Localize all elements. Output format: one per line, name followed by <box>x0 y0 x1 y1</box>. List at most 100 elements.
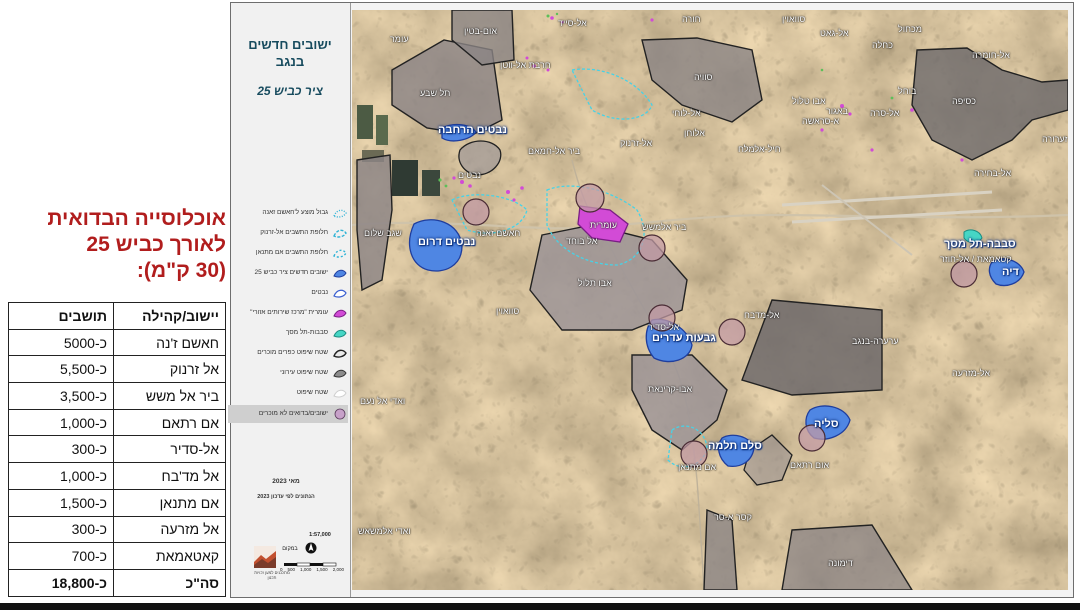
table-row: חאשם ז'נה כ-5000 <box>8 328 226 357</box>
legend-item: שטח שיפוט כפרים מוכרים <box>234 345 348 361</box>
legend-item: שטח שיפוט עירוני <box>234 365 348 381</box>
place-label: נבטים <box>458 170 482 180</box>
population-heading: אוכלוסייה הבדואית לאורך כביש 25 (30 ק"מ)… <box>30 206 226 284</box>
legend-label: נבטים <box>311 289 328 296</box>
cell-community: ביר אל משש <box>113 382 226 410</box>
satellite-map[interactable]: עומר אום-בטין אל-סייד חורה סוואוין אל-גא… <box>352 10 1068 590</box>
bimkom-logo-icon <box>254 546 276 568</box>
place-label: ואדי אל נעם <box>360 396 406 406</box>
place-label: סוויה <box>694 72 713 82</box>
legend-label: גבול מוצע ל'חאשם זאנה <box>262 209 328 216</box>
place-label: כסיפה <box>952 96 976 106</box>
place-label: אל-זרנוק <box>620 138 653 148</box>
place-label: אום-בטין <box>464 26 498 36</box>
legend-label: שטח שיפוט <box>296 389 328 396</box>
table-row: ביר אל משש כ-3,500 <box>8 382 226 410</box>
dashed-boundary-symbol <box>333 229 347 238</box>
legend-item: חלופת התשבים אם מתנאן <box>234 245 348 261</box>
place-label: שגב שלום <box>364 228 402 238</box>
place-label: סוואוין <box>782 14 806 24</box>
new-settlement-label: סבבה-תל מסך <box>944 238 1016 250</box>
legend-item: ישובים חדשים ציר כביש 25 <box>234 265 348 281</box>
legend-item: סבבות-תל מסך <box>234 325 348 341</box>
cell-residents: כ-700 <box>8 542 114 570</box>
place-label: מכחול <box>898 24 922 34</box>
scale-tick: 1,000 <box>300 567 312 572</box>
table-row: קאטאמאת כ-700 <box>8 542 226 570</box>
cell-residents: כ-3,500 <box>8 382 114 410</box>
logo-name: במקום <box>282 546 298 552</box>
legend-item: עומרית "מרכז שירותים אזורי" <box>234 305 348 321</box>
map-title-line-2: בנגב <box>275 54 305 69</box>
nevatim-symbol <box>333 289 347 298</box>
place-label: חאשם זאנה <box>476 228 521 238</box>
total-label: סה"כ <box>113 568 226 597</box>
place-label: אל-גאט <box>820 28 849 38</box>
cell-residents: כ-1,000 <box>8 462 114 490</box>
total-value: כ-18,800 <box>8 568 114 597</box>
cell-community: אם מתנאן <box>113 488 226 517</box>
new-settlement-label: דיה <box>1002 266 1019 278</box>
new-settlement-label: נבטים הרחבה <box>438 124 508 136</box>
place-label: אבו-קרינאת <box>648 384 693 394</box>
place-label: אל-מדבח <box>744 310 780 320</box>
place-label: אל-מזרעה <box>952 368 991 378</box>
jurisdiction-symbol <box>333 389 347 398</box>
new-settlement-label: סליה <box>814 418 839 430</box>
bottom-divider <box>0 603 1080 610</box>
legend-item: נבטים <box>234 285 348 301</box>
place-label: קסר א-סר <box>714 512 752 522</box>
place-label: ערערה-בנגב <box>852 336 899 346</box>
place-label: עומרית <box>590 220 617 230</box>
legend-label: ישובים/בדואים לא מוכרים <box>258 410 328 417</box>
new-settlement-label: סלם תלמה <box>708 440 762 452</box>
place-label: אל-סרה <box>870 108 900 118</box>
place-label: זערורה <box>1042 134 1068 144</box>
place-label: א-סראשה <box>802 116 840 126</box>
cell-residents: כ-5000 <box>8 328 114 357</box>
cell-residents: כ-1,000 <box>8 408 114 437</box>
place-label: באגור <box>826 106 848 116</box>
place-label: ביר אל-חמאם <box>528 146 581 156</box>
cell-community: אל זרנוק <box>113 355 226 384</box>
scale-tick: 2,000 <box>332 567 344 572</box>
place-label: אל בוחד <box>566 236 598 246</box>
teal-area-symbol <box>333 329 347 338</box>
cell-community: אל-סדיר <box>113 435 226 464</box>
place-label: סוואוין <box>496 306 520 316</box>
table-row: אל מד'בח כ-1,000 <box>8 462 226 490</box>
legend-item: ישובים/בדואים לא מוכרים <box>228 405 348 423</box>
table-row: אל זרנוק כ-5,500 <box>8 355 226 384</box>
table-row: אל מזרעה כ-300 <box>8 515 226 544</box>
new-settlement-label: נבטים דרום <box>418 236 476 248</box>
legend-label: שטח שיפוט כפרים מוכרים <box>257 349 328 356</box>
cell-community: אם רתאם <box>113 408 226 437</box>
map-scale: 1:57,000 <box>309 532 331 538</box>
new-settlement-label: גבעות עדרים <box>652 332 716 344</box>
place-label: קטאמאת / אל-חוזר <box>940 254 1012 264</box>
dashed-boundary-symbol <box>333 249 347 258</box>
population-table: יישוב/קהילה תושבים חאשם ז'נה כ-5000 אל זר… <box>8 302 226 597</box>
place-label: אל-לוחי <box>672 108 701 118</box>
legend-label: חלופת התשבים אם מתנאן <box>255 249 328 256</box>
cell-residents: כ-300 <box>8 515 114 544</box>
legend-label: שטח שיפוט עירוני <box>280 369 328 376</box>
cell-community: קאטאמאת <box>113 542 226 570</box>
place-label: אל-חומרה <box>972 50 1010 60</box>
place-label: אבו תלול <box>578 278 612 288</box>
place-label: ואדי אלמשאש <box>358 526 411 536</box>
municipal-area-symbol <box>333 369 347 378</box>
header-community: יישוב/קהילה <box>113 302 226 330</box>
map-subtitle: ציר כביש 25 <box>257 84 323 98</box>
map-title-line-1: ישובים חדשים <box>248 37 332 52</box>
cell-community: אל מזרעה <box>113 515 226 544</box>
cell-residents: כ-1,500 <box>8 488 114 517</box>
place-label: תל שבע <box>420 88 451 98</box>
legend-label: ישובים חדשים ציר כביש 25 <box>254 269 328 276</box>
table-row: אל-סדיר כ-300 <box>8 435 226 464</box>
cell-residents: כ-300 <box>8 435 114 464</box>
place-label: כחלה <box>872 40 893 50</box>
north-arrow-icon <box>305 542 317 554</box>
place-label: חיל-אלמלח <box>738 144 781 154</box>
place-label: חרבת אל-ווטן <box>500 60 551 70</box>
